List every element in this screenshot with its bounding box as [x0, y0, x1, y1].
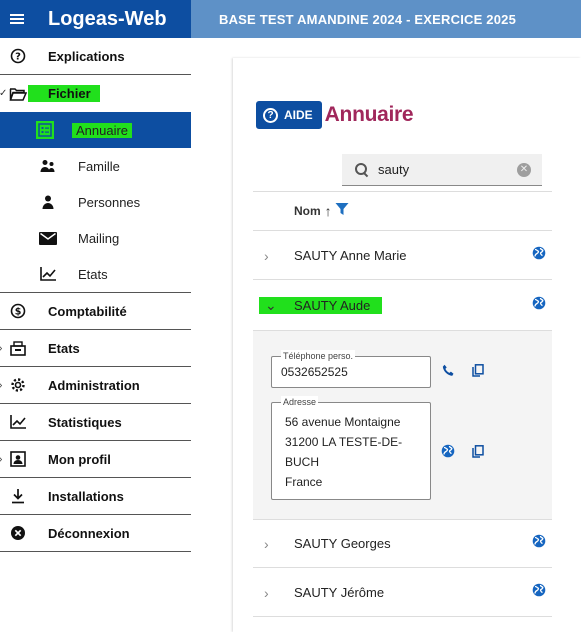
- sidebar-subitem-label: Personnes: [78, 194, 141, 210]
- address-line: 56 avenue Montaigne: [285, 415, 401, 429]
- fichier-submenu: Annuaire Famille Personnes Mailing Etats: [0, 112, 191, 293]
- address-line: BUCH: [285, 455, 320, 469]
- globe-icon[interactable]: [440, 443, 456, 459]
- sidebar-subitem-label: Famille: [78, 158, 120, 174]
- search-icon: [355, 162, 369, 177]
- chevron-right-icon: ›: [0, 454, 2, 465]
- sidebar-subitem-etats[interactable]: Etats: [0, 256, 191, 292]
- help-button-label: AIDE: [284, 108, 313, 122]
- chevron-right-icon: ›: [0, 380, 2, 391]
- help-button[interactable]: ? AIDE: [256, 101, 322, 129]
- folder-open-icon: [8, 84, 28, 104]
- sidebar-item-administration[interactable]: › Administration: [0, 367, 191, 404]
- contact-name: SAUTY Anne Marie: [294, 248, 407, 263]
- chevron-down-icon[interactable]: ⌄: [259, 296, 283, 314]
- sidebar-item-label: Comptabilité: [48, 303, 127, 319]
- copy-icon[interactable]: [470, 443, 486, 459]
- dollar-circle-icon: $: [8, 301, 28, 321]
- list-item[interactable]: › SAUTY Anne Marie: [253, 232, 552, 280]
- list-item[interactable]: › SAUTY Jérôme: [253, 569, 552, 617]
- svg-text:$: $: [15, 307, 22, 318]
- chart-icon: [39, 265, 57, 283]
- list-item[interactable]: ⌄ SAUTY Aude: [253, 281, 552, 329]
- sidebar: ? Explications ✓ Fichier Annuaire Famill…: [0, 38, 191, 632]
- phone-label: Téléphone perso.: [281, 350, 356, 362]
- sidebar-subitem-label: Etats: [78, 266, 108, 282]
- sidebar-item-deconnexion[interactable]: Déconnexion: [0, 515, 191, 552]
- sidebar-item-mon-profil[interactable]: › Mon profil: [0, 441, 191, 478]
- database-banner: BASE TEST AMANDINE 2024 - EXERCICE 2025: [191, 0, 581, 38]
- sort-label[interactable]: Nom: [294, 204, 321, 218]
- sidebar-subitem-personnes[interactable]: Personnes: [0, 184, 191, 220]
- sidebar-subitem-label: Mailing: [78, 230, 120, 246]
- main-panel: ? AIDE Annuaire sauty ✕ Nom ↑ › SAUTY An…: [233, 58, 581, 632]
- address-lines: 56 avenue Montaigne 31200 LA TESTE-DE- B…: [272, 403, 430, 492]
- globe-icon[interactable]: [532, 246, 546, 265]
- sidebar-item-label: Etats: [48, 340, 80, 356]
- sidebar-item-label: Fichier: [28, 85, 100, 102]
- printer-icon: [8, 338, 28, 358]
- sidebar-item-label: Installations: [48, 488, 124, 504]
- app-title: Logeas-Web: [48, 7, 167, 30]
- chevron-right-icon[interactable]: ›: [264, 248, 269, 264]
- gear-icon: [8, 375, 28, 395]
- id-card-icon: [8, 449, 28, 469]
- sidebar-item-fichier[interactable]: ✓ Fichier: [0, 75, 191, 112]
- chevron-right-icon: ›: [0, 343, 2, 354]
- sidebar-item-comptabilite[interactable]: $ Comptabilité: [0, 293, 191, 330]
- contact-name: SAUTY Georges: [294, 536, 391, 551]
- globe-icon[interactable]: [532, 583, 546, 602]
- envelope-icon: [39, 229, 57, 247]
- page-title: Annuaire: [324, 103, 414, 126]
- address-field[interactable]: Adresse 56 avenue Montaigne 31200 LA TES…: [271, 396, 431, 500]
- download-icon: [8, 486, 28, 506]
- phone-field[interactable]: Téléphone perso. 0532652525: [271, 350, 431, 388]
- chevron-right-icon[interactable]: ›: [264, 585, 269, 601]
- contact-name: SAUTY Jérôme: [294, 585, 385, 600]
- sidebar-item-label: Déconnexion: [48, 525, 130, 541]
- menu-icon[interactable]: [0, 0, 34, 38]
- sort-header: Nom ↑: [253, 191, 552, 231]
- sidebar-item-label: Administration: [48, 377, 140, 393]
- sidebar-item-etats[interactable]: › Etats: [0, 330, 191, 367]
- sidebar-subitem-mailing[interactable]: Mailing: [0, 220, 191, 256]
- address-book-icon: [36, 121, 54, 139]
- sidebar-item-statistiques[interactable]: Statistiques: [0, 404, 191, 441]
- sidebar-item-explications[interactable]: ? Explications: [0, 38, 191, 75]
- globe-icon[interactable]: [532, 534, 546, 553]
- help-circle-icon: ?: [263, 107, 278, 123]
- address-line: 31200 LA TESTE-DE-: [285, 435, 403, 449]
- search-field[interactable]: sauty ✕: [342, 154, 542, 186]
- phone-icon[interactable]: [440, 362, 456, 378]
- address-label: Adresse: [281, 396, 319, 408]
- globe-icon[interactable]: [532, 296, 546, 315]
- address-line: France: [285, 475, 323, 489]
- contact-detail: Téléphone perso. 0532652525 Adresse 56 a…: [253, 330, 552, 520]
- sort-ascending-icon[interactable]: ↑: [325, 203, 332, 219]
- chevron-down-icon: ✓: [0, 88, 8, 99]
- sidebar-item-installations[interactable]: Installations: [0, 478, 191, 515]
- logout-circle-icon: [8, 523, 28, 543]
- list-item[interactable]: › SAUTY Georges: [253, 520, 552, 568]
- sidebar-subitem-label: Annuaire: [72, 122, 133, 138]
- person-icon: [39, 193, 57, 211]
- app-bar: Logeas-Web BASE TEST AMANDINE 2024 - EXE…: [0, 0, 581, 38]
- clear-icon[interactable]: ✕: [517, 162, 531, 177]
- chevron-right-icon[interactable]: ›: [264, 536, 269, 552]
- contact-name: SAUTY Aude: [282, 296, 383, 314]
- help-circle-icon: ?: [8, 46, 28, 66]
- sidebar-item-label: Statistiques: [48, 414, 122, 430]
- family-icon: [39, 157, 57, 175]
- sidebar-subitem-annuaire[interactable]: Annuaire: [0, 112, 191, 148]
- search-input[interactable]: sauty: [378, 162, 517, 177]
- sidebar-subitem-famille[interactable]: Famille: [0, 148, 191, 184]
- filter-icon[interactable]: [335, 202, 349, 221]
- sidebar-item-label: Explications: [48, 48, 125, 64]
- page-heading: ? AIDE Annuaire: [256, 101, 414, 129]
- copy-icon[interactable]: [470, 362, 486, 378]
- chart-line-icon: [8, 412, 28, 432]
- brand: Logeas-Web: [0, 0, 191, 38]
- svg-text:?: ?: [15, 52, 21, 63]
- sidebar-item-label: Mon profil: [48, 451, 111, 467]
